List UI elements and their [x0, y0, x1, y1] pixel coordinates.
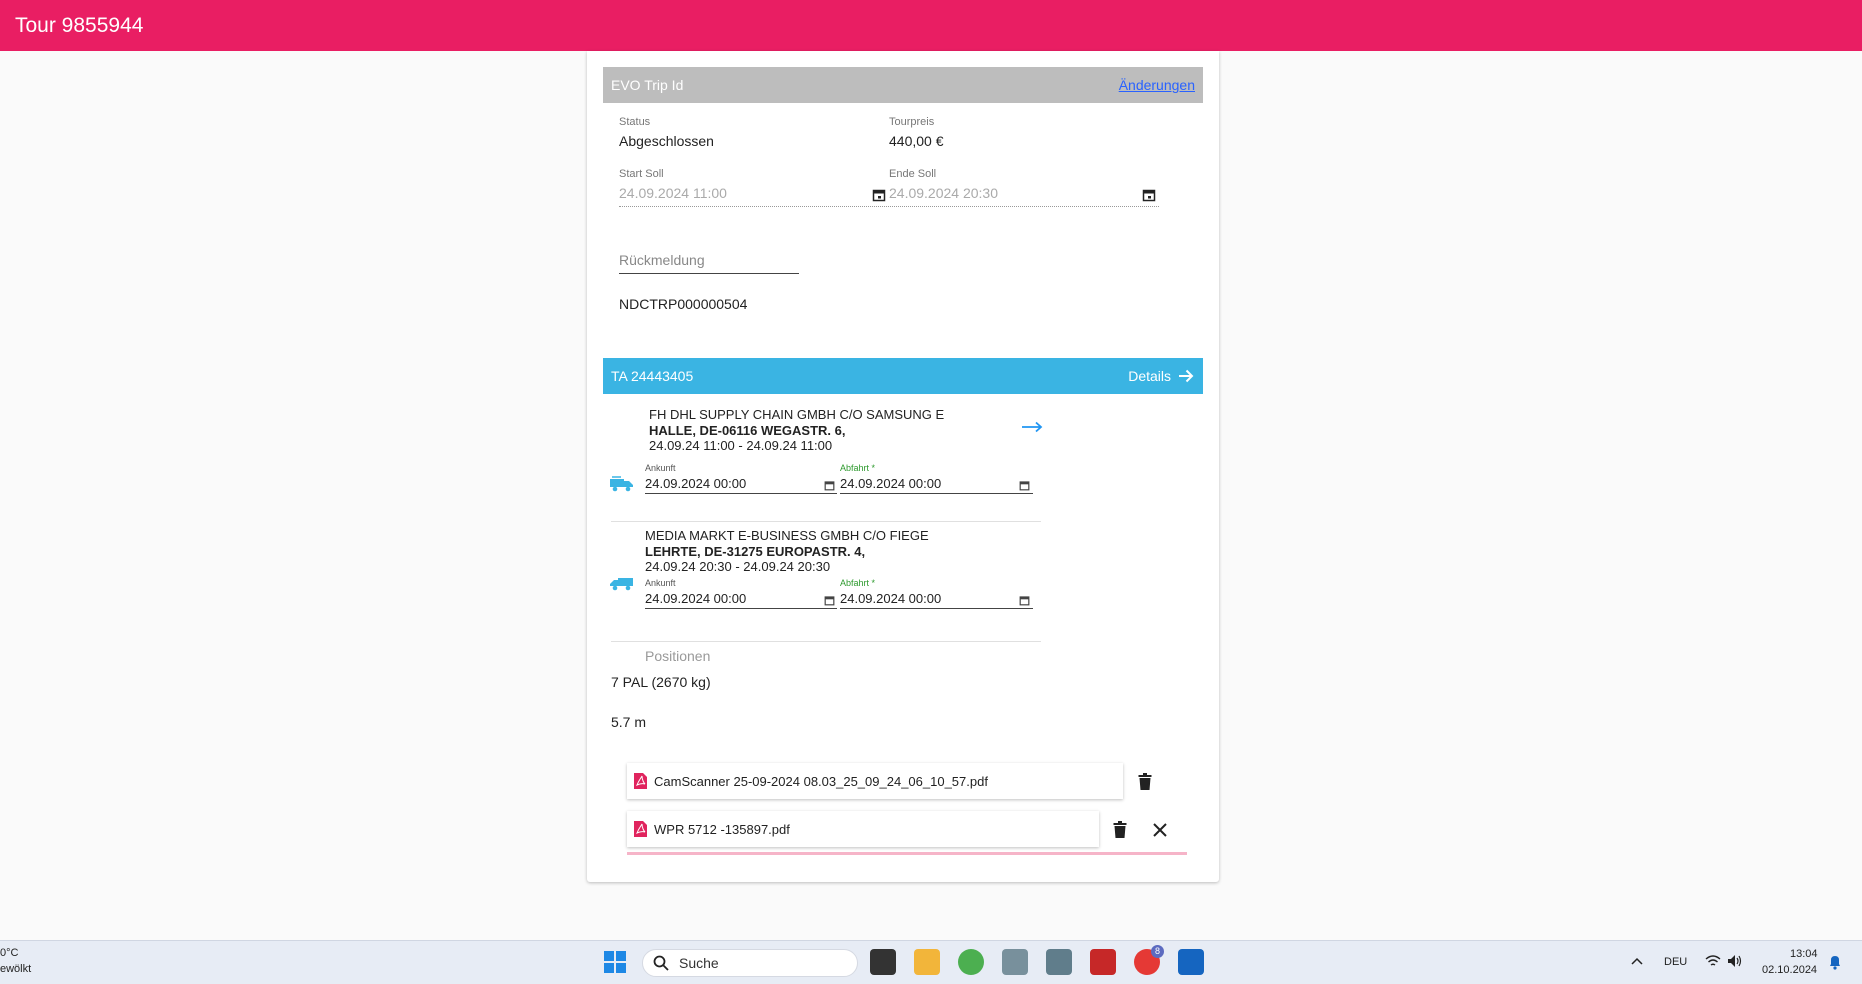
weather-temp: 0°C: [0, 947, 19, 959]
end-date-field[interactable]: 24.09.2024 20:30: [889, 185, 998, 201]
wifi-icon[interactable]: [1705, 954, 1721, 968]
taskbar-search[interactable]: Suche: [642, 949, 858, 977]
access-icon[interactable]: [1090, 949, 1116, 975]
stop-1-window: 24.09.24 11:00 - 24.09.24 11:00: [649, 438, 833, 453]
stop-1-departure-label: Abfahrt *: [840, 463, 876, 473]
stop-separator: [611, 521, 1041, 522]
trip-code: NDCTRP000000504: [619, 296, 748, 312]
details-label: Details: [1128, 368, 1171, 384]
file-item[interactable]: CamScanner 25-09-2024 08.03_25_09_24_06_…: [627, 763, 1123, 799]
stop-2-window: 24.09.24 20:30 - 24.09.24 20:30: [645, 559, 831, 574]
start-label: Start Soll: [619, 168, 664, 180]
clock-date[interactable]: 02.10.2024: [1762, 964, 1817, 976]
date-underline: [619, 206, 1159, 207]
task-view-icon[interactable]: [870, 949, 896, 975]
close-icon: [1153, 823, 1167, 837]
delete-file-button[interactable]: [1108, 818, 1132, 842]
order-header: TA 24443405 Details: [603, 358, 1203, 394]
status-value: Abgeschlossen: [619, 133, 714, 149]
printer-icon[interactable]: [1002, 949, 1028, 975]
chrome-icon[interactable]: [958, 949, 984, 975]
notification-badge: 8: [1151, 945, 1164, 958]
stop-2-address: LEHRTE, DE-31275 EUROPASTR. 4,: [645, 544, 866, 559]
close-button[interactable]: [1148, 818, 1172, 842]
tour-card: EVO Trip Id Änderungen Status Abgeschlos…: [587, 51, 1219, 882]
start-date-field[interactable]: 24.09.2024 11:00: [619, 185, 727, 201]
status-label: Status: [619, 116, 651, 128]
order-header-title: TA 24443405: [611, 368, 694, 384]
trip-header: EVO Trip Id Änderungen: [603, 67, 1203, 103]
app-bar: Tour 9855944: [0, 0, 1862, 51]
stop-1-arrival-input[interactable]: 24.09.2024 00:00: [645, 476, 746, 491]
windows-start-icon[interactable]: [602, 949, 628, 975]
chrome-profile-icon[interactable]: 8: [1134, 945, 1164, 975]
outlook-icon[interactable]: [1178, 949, 1204, 975]
feedback-input[interactable]: Rückmeldung: [619, 252, 705, 268]
details-button[interactable]: Details: [1128, 367, 1195, 385]
notification-bell-icon[interactable]: [1828, 954, 1842, 970]
calendar-icon[interactable]: [824, 480, 835, 491]
positions-value: 7 PAL (2670 kg): [611, 674, 711, 690]
file-name: WPR 5712 -135897.pdf: [654, 821, 790, 837]
arrow-right-icon[interactable]: [1021, 421, 1043, 433]
arrow-right-icon: [1179, 369, 1194, 383]
stop-2-departure-label: Abfahrt *: [840, 578, 876, 588]
search-label: Suche: [679, 955, 719, 971]
end-label: Ende Soll: [889, 168, 937, 180]
weather-text: ewölkt: [0, 963, 32, 975]
windows-taskbar: 0°C ewölkt Suche 8 DEU 13:04 02.10.2024: [0, 940, 1862, 984]
trash-icon: [1138, 773, 1152, 790]
calendar-icon[interactable]: [1142, 188, 1156, 202]
stop-2-arrival-input[interactable]: 24.09.2024 00:00: [645, 591, 746, 606]
stop-2-name: MEDIA MARKT E-BUSINESS GMBH C/O FIEGE: [645, 528, 929, 543]
length-value: 5.7 m: [611, 714, 647, 730]
volume-icon[interactable]: [1727, 954, 1743, 968]
trip-header-title: EVO Trip Id: [611, 77, 684, 93]
stop-1-address: HALLE, DE-06116 WEGASTR. 6,: [649, 423, 846, 438]
page-title: Tour 9855944: [15, 13, 144, 37]
positions-label: Positionen: [645, 648, 711, 664]
calendar-icon[interactable]: [824, 595, 835, 606]
feedback-underline: [619, 273, 799, 274]
upload-progress-bar: [627, 852, 1187, 855]
pdf-file-icon: [634, 821, 647, 837]
stop-1-arrival-underline: [645, 493, 837, 494]
trash-icon: [1113, 821, 1127, 838]
search-icon: [653, 955, 669, 971]
calendar-icon[interactable]: [872, 188, 886, 202]
chevron-up-icon[interactable]: [1631, 957, 1643, 965]
stop-1-name: FH DHL SUPPLY CHAIN GMBH C/O SAMSUNG E: [649, 407, 945, 422]
stop-2-departure-input[interactable]: 24.09.2024 00:00: [840, 591, 941, 606]
changes-link[interactable]: Änderungen: [1119, 77, 1195, 93]
truck-unloading-icon: [610, 578, 633, 591]
stop-2-arrival-label: Ankunft: [645, 578, 676, 588]
file-name: CamScanner 25-09-2024 08.03_25_09_24_06_…: [654, 773, 988, 789]
pdf-file-icon: [634, 773, 647, 789]
stop-1-departure-underline: [840, 493, 1033, 494]
file-explorer-icon[interactable]: [914, 949, 940, 975]
stop-2-arrival-underline: [645, 608, 837, 609]
language-indicator[interactable]: DEU: [1664, 956, 1687, 968]
calendar-icon[interactable]: [1019, 480, 1030, 491]
price-label: Tourpreis: [889, 116, 935, 128]
file-item[interactable]: WPR 5712 -135897.pdf: [627, 811, 1099, 847]
stop-2-departure-underline: [840, 608, 1033, 609]
stop-1-arrival-label: Ankunft: [645, 463, 676, 473]
delete-file-button[interactable]: [1133, 770, 1157, 794]
calculator-icon[interactable]: [1046, 949, 1072, 975]
price-value: 440,00 €: [889, 133, 944, 149]
stop-separator: [611, 641, 1041, 642]
clock-time[interactable]: 13:04: [1790, 948, 1818, 960]
stop-1-departure-input[interactable]: 24.09.2024 00:00: [840, 476, 941, 491]
calendar-icon[interactable]: [1019, 595, 1030, 606]
truck-loading-icon: [610, 476, 633, 492]
